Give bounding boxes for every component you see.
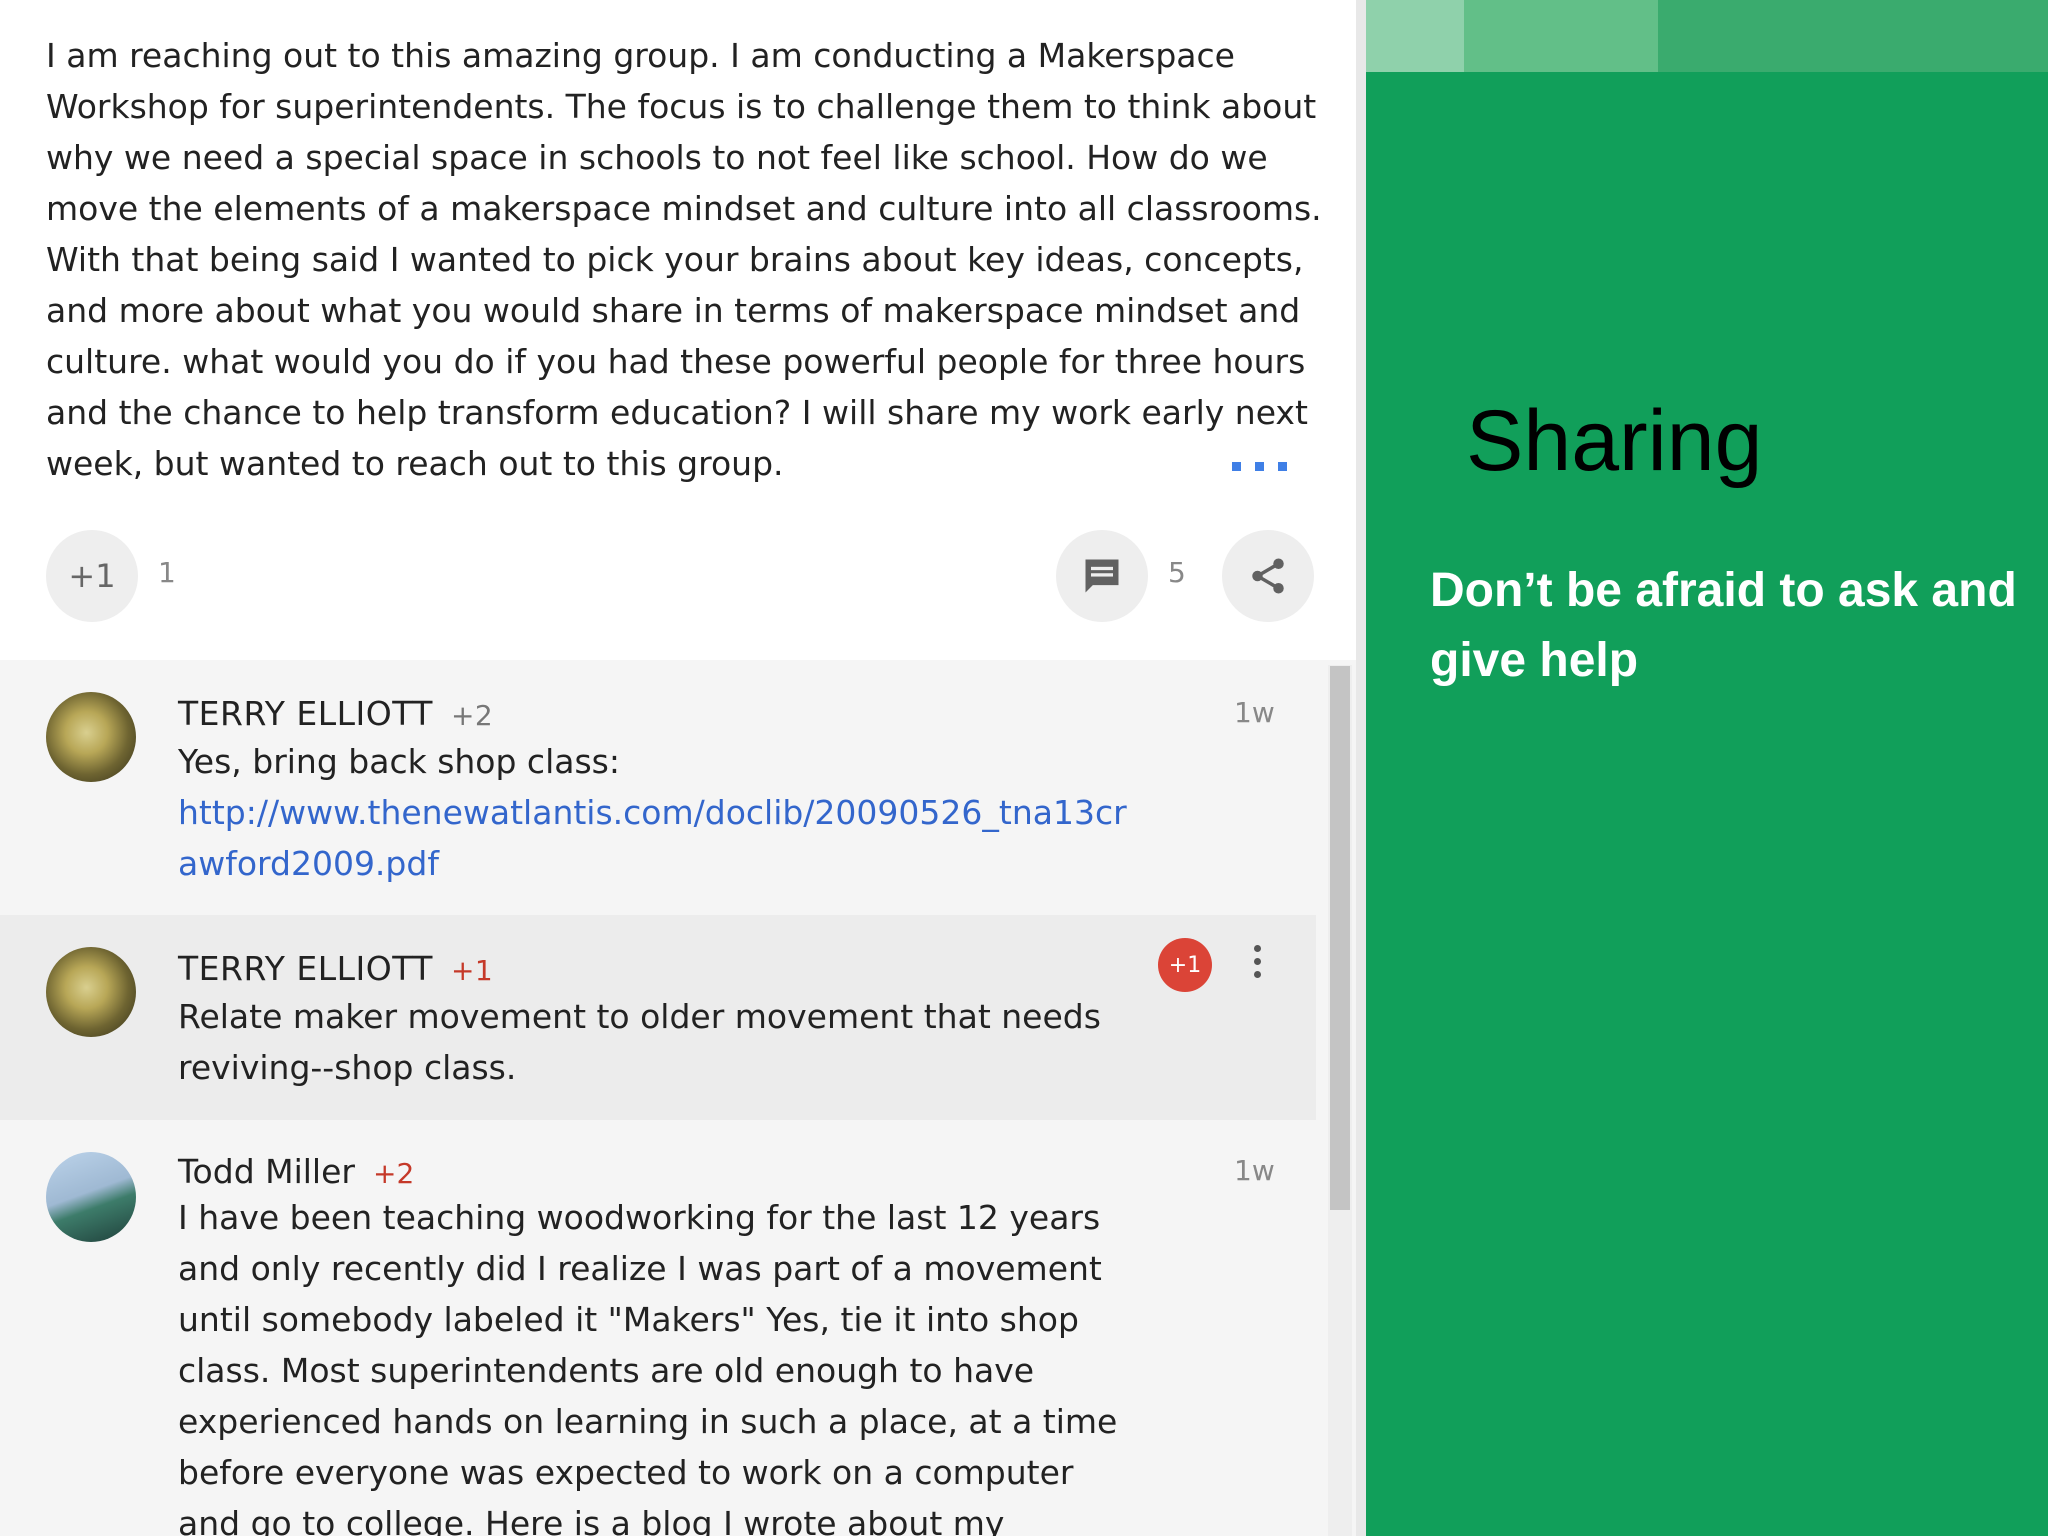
comment-text: I have been teaching woodworking for the…	[178, 1198, 1118, 1536]
avatar[interactable]	[46, 947, 136, 1037]
comment-body: Yes, bring back shop class:	[178, 742, 620, 781]
more-dots-icon[interactable]	[1232, 462, 1287, 471]
slide-top-band	[1366, 0, 2048, 72]
comment-icon	[1085, 559, 1119, 593]
plusone-count: 1	[158, 556, 176, 589]
comment-text: Relate maker movement to older movement …	[178, 997, 1101, 1087]
slide-subtitle: Don’t be afraid to ask and give help	[1430, 564, 2017, 687]
comment-author[interactable]: Todd Miller +2	[178, 1152, 414, 1191]
comment-author[interactable]: TERRY ELLIOTT +2	[178, 694, 493, 733]
post-panel: I am reaching out to this amazing group.…	[0, 0, 1366, 1536]
author-name[interactable]: Todd Miller	[178, 1152, 355, 1191]
comment-link[interactable]: http://www.thenewatlantis.com/doclib/200…	[178, 793, 1127, 883]
comment-timestamp: 1w	[1234, 696, 1275, 729]
comment-item: Todd Miller +2 1w I have been teaching wo…	[0, 1120, 1316, 1536]
author-name[interactable]: TERRY ELLIOTT	[178, 694, 433, 733]
post-body-text: I am reaching out to this amazing group.…	[46, 36, 1322, 483]
share-icon	[1252, 558, 1284, 594]
comment-author[interactable]: TERRY ELLIOTT +1	[178, 949, 493, 988]
band-segment	[1658, 0, 2048, 72]
panel-divider	[1356, 0, 1366, 1536]
overflow-menu-icon[interactable]	[1250, 945, 1264, 985]
comment-count: 5	[1168, 556, 1186, 589]
comment-plus-count: +2	[450, 699, 494, 732]
author-name[interactable]: TERRY ELLIOTT	[178, 949, 433, 988]
avatar[interactable]	[46, 692, 136, 782]
scrollbar-thumb[interactable]	[1330, 666, 1350, 1210]
comment-plus-count: +2	[372, 1157, 415, 1190]
comment-item: TERRY ELLIOTT +2 1w Yes, bring back shop …	[0, 660, 1316, 915]
comment-item: TERRY ELLIOTT +1 Relate maker movement to…	[0, 915, 1316, 1120]
comment-timestamp: 1w	[1234, 1154, 1275, 1187]
plusone-button[interactable]: +1	[46, 530, 138, 622]
slide-title: Sharing	[1466, 393, 1763, 489]
band-segment	[1464, 0, 1658, 72]
comment-plus-count: +1	[450, 954, 494, 987]
avatar[interactable]	[46, 1152, 136, 1242]
comment-button[interactable]	[1056, 530, 1148, 622]
share-button[interactable]	[1222, 530, 1314, 622]
plusone-badge-button[interactable]: +1	[1158, 938, 1212, 992]
comment-text: Yes, bring back shop class: http://www.t…	[178, 736, 1138, 889]
band-segment	[1366, 0, 1464, 72]
